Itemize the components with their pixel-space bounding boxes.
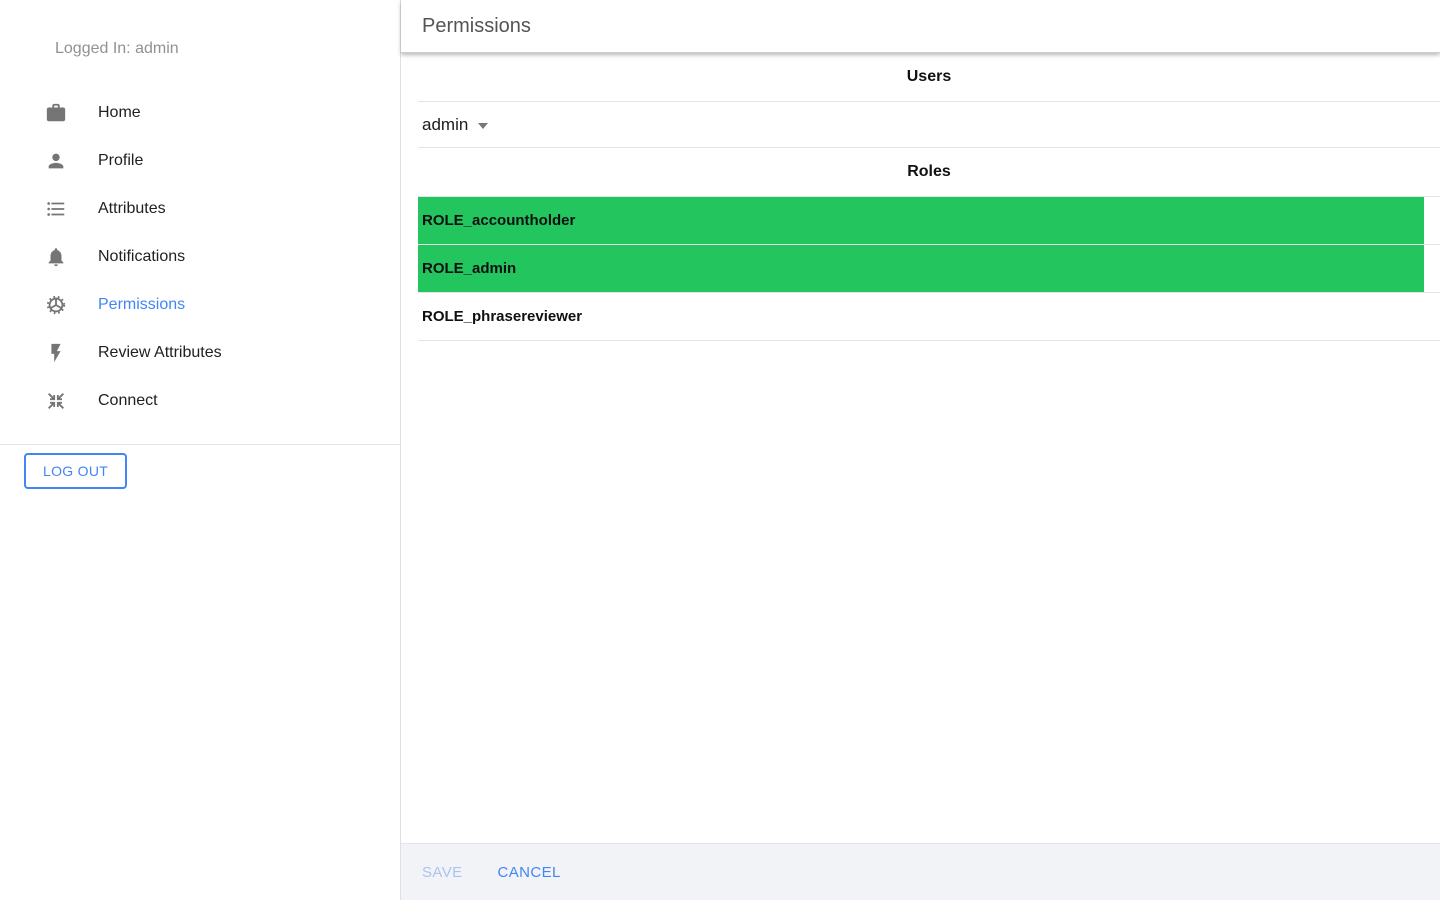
page-title: Permissions [422, 14, 531, 37]
roles-list: ROLE_accountholder ROLE_admin ROLE_phras… [418, 197, 1440, 341]
bolt-icon [44, 341, 68, 365]
role-item[interactable]: ROLE_accountholder [418, 197, 1424, 244]
permissions-panel: Users admin Roles ROLE_accountholder ROL… [401, 53, 1440, 843]
action-bar: SAVE CANCEL [401, 843, 1440, 900]
sidebar-item-notifications[interactable]: Notifications [0, 233, 400, 281]
table-row: ROLE_phrasereviewer [418, 293, 1440, 341]
users-heading: Users [418, 53, 1440, 102]
save-button[interactable]: SAVE [422, 864, 463, 881]
selected-user-label: admin [422, 114, 469, 134]
sidebar-item-label: Connect [98, 392, 158, 409]
chevron-down-icon [478, 123, 489, 129]
main-content: Permissions Users admin Roles ROLE_accou… [401, 0, 1440, 900]
role-item[interactable]: ROLE_phrasereviewer [418, 293, 1424, 340]
gear-icon [44, 293, 68, 317]
app-root: Logged In: admin Home Profile Attributes… [0, 0, 1440, 900]
page-header: Permissions [401, 0, 1440, 53]
sidebar-item-label: Profile [98, 152, 144, 169]
person-icon [44, 149, 68, 173]
sidebar-item-permissions[interactable]: Permissions [0, 281, 400, 329]
sidebar-item-connect[interactable]: Connect [0, 377, 400, 425]
sidebar-item-label: Notifications [98, 248, 186, 265]
sidebar-item-home[interactable]: Home [0, 89, 400, 137]
collapse-icon [44, 389, 68, 413]
list-icon [44, 197, 68, 221]
user-select[interactable]: admin [418, 102, 1440, 148]
role-item[interactable]: ROLE_admin [418, 245, 1424, 292]
sidebar-nav: Home Profile Attributes Notifications Pe… [0, 89, 400, 425]
sidebar: Logged In: admin Home Profile Attributes… [0, 0, 401, 900]
table-row: ROLE_admin [418, 245, 1440, 293]
sidebar-divider [0, 444, 400, 445]
sidebar-item-label: Permissions [98, 296, 186, 313]
sidebar-item-review-attributes[interactable]: Review Attributes [0, 329, 400, 377]
cancel-button[interactable]: CANCEL [498, 864, 561, 881]
sidebar-item-attributes[interactable]: Attributes [0, 185, 400, 233]
sidebar-item-label: Attributes [98, 200, 166, 217]
sidebar-item-profile[interactable]: Profile [0, 137, 400, 185]
table-row: ROLE_accountholder [418, 197, 1440, 245]
work-icon [44, 101, 68, 125]
roles-heading: Roles [418, 148, 1440, 197]
logged-in-label: Logged In: admin [55, 40, 179, 57]
sidebar-item-label: Home [98, 104, 141, 121]
sidebar-item-label: Review Attributes [98, 344, 222, 361]
bell-icon [44, 245, 68, 269]
logout-button[interactable]: LOG OUT [24, 453, 128, 489]
